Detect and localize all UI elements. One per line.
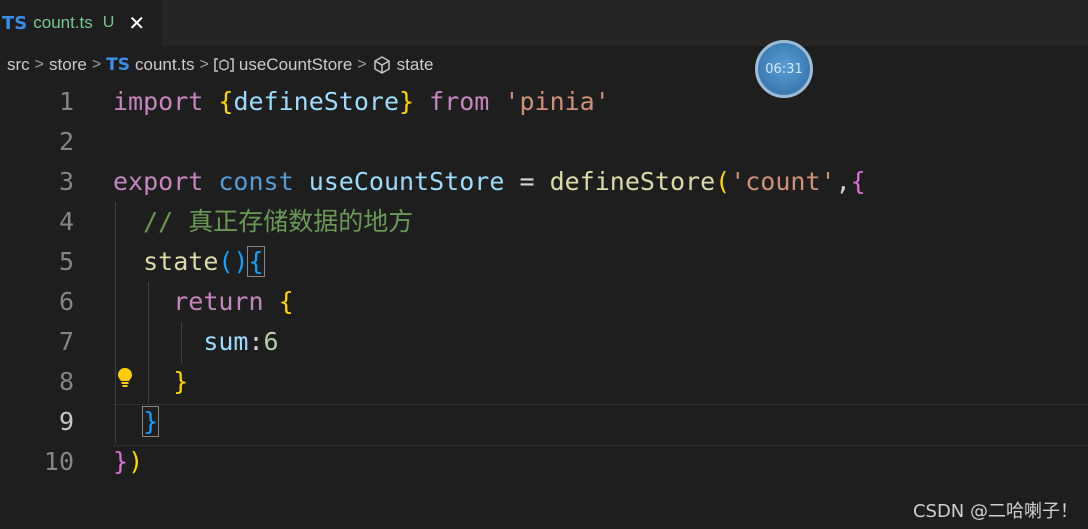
tab-count-ts[interactable]: TS count.ts U ✕ (0, 0, 162, 46)
code-line: 10 }) (0, 442, 1088, 482)
symbol-field-icon (372, 55, 392, 75)
breadcrumb-item-usecountstore[interactable]: useCountStore (239, 55, 352, 75)
line-number: 3 (58, 167, 74, 196)
line-number: 2 (58, 127, 74, 156)
symbol-variable-icon (214, 57, 234, 73)
typescript-file-icon: TS (106, 55, 130, 75)
code-line: 8 } (0, 362, 1088, 402)
typescript-file-icon: TS (2, 12, 28, 34)
line-number: 6 (58, 287, 74, 316)
chevron-right-icon: > (34, 56, 45, 73)
breadcrumb-item-store[interactable]: store (49, 55, 87, 75)
code-line: 3 export const useCountStore = defineSto… (0, 162, 1088, 202)
line-number: 4 (58, 207, 74, 236)
code-line: 9 } (0, 402, 1088, 442)
line-number: 7 (58, 327, 74, 356)
breadcrumb-item-file[interactable]: count.ts (135, 55, 195, 75)
line-number: 9 (58, 407, 74, 436)
tab-bar: TS count.ts U ✕ (0, 0, 1088, 46)
code-text: sum:6 (203, 327, 279, 356)
code-line: 2 (0, 122, 1088, 162)
matched-bracket: { (247, 246, 265, 277)
code-line: 5 state(){ (0, 242, 1088, 282)
breadcrumb-item-state[interactable]: state (397, 55, 434, 75)
lightbulb-icon[interactable] (116, 367, 134, 394)
code-text: state(){ (143, 246, 265, 277)
code-text: export const useCountStore = defineStore… (113, 167, 866, 196)
code-text: } (113, 402, 160, 442)
watermark: CSDN @二哈喇子！ (912, 501, 1078, 522)
code-text: }) (113, 447, 144, 476)
code-text: // 真正存储数据的地方 (143, 207, 414, 236)
code-text: return { (173, 287, 294, 316)
chevron-right-icon: > (357, 56, 367, 73)
code-line: 1 import {defineStore} from 'pinia' (0, 82, 1088, 122)
close-icon[interactable]: ✕ (128, 11, 145, 36)
breadcrumb: src > store > TS count.ts > useCountStor… (0, 52, 1088, 78)
code-line: 4 // 真正存储数据的地方 (0, 202, 1088, 242)
breadcrumb-item-src[interactable]: src (7, 55, 30, 75)
line-number: 5 (58, 247, 74, 276)
line-number: 8 (58, 367, 74, 396)
code-editor[interactable]: 1 import {defineStore} from 'pinia' 2 3 … (0, 82, 1088, 492)
line-number: 10 (43, 447, 74, 476)
code-text: import {defineStore} from 'pinia' (113, 87, 610, 116)
chevron-right-icon: > (199, 56, 209, 73)
tab-untracked-badge: U (102, 14, 115, 31)
code-line: 7 sum:6 (0, 322, 1088, 362)
chevron-right-icon: > (91, 56, 102, 73)
matched-bracket: } (142, 406, 160, 437)
code-line: 6 return { (0, 282, 1088, 322)
tab-filename: count.ts (33, 13, 93, 32)
line-number: 1 (58, 87, 74, 116)
